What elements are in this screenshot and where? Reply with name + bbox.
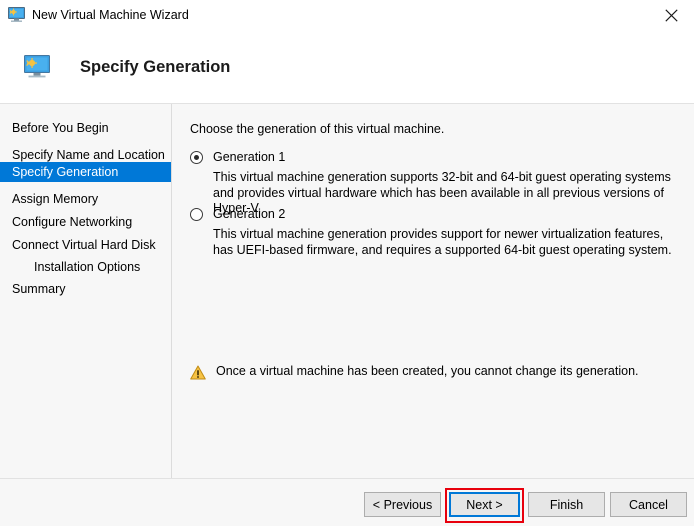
dialog-footer: < Previous Next > Finish Cancel xyxy=(0,479,694,526)
content-panel: Choose the generation of this virtual ma… xyxy=(172,104,694,478)
radio-label-generation-1: Generation 1 xyxy=(213,150,285,165)
sidebar-item-summary[interactable]: Summary xyxy=(0,279,171,298)
radio-button-icon[interactable] xyxy=(190,151,203,164)
radio-generation-1[interactable]: Generation 1 xyxy=(190,150,285,165)
sidebar-item-installation-options[interactable]: Installation Options xyxy=(0,257,171,276)
close-icon[interactable] xyxy=(648,0,694,31)
sidebar-item-specify-generation[interactable]: Specify Generation xyxy=(0,162,171,182)
sidebar-item-label: Before You Begin xyxy=(12,121,109,135)
sidebar-item-configure-networking[interactable]: Configure Networking xyxy=(0,212,171,231)
radio-description-generation-2: This virtual machine generation provides… xyxy=(213,227,681,258)
sidebar-item-label: Connect Virtual Hard Disk xyxy=(12,238,156,252)
page-header: Specify Generation xyxy=(0,31,694,103)
sidebar-item-label: Specify Generation xyxy=(12,165,118,179)
sidebar-item-label: Installation Options xyxy=(34,260,140,274)
sidebar-item-label: Assign Memory xyxy=(12,192,98,206)
cancel-button[interactable]: Cancel xyxy=(610,492,687,517)
warning-triangle-icon xyxy=(190,365,206,380)
radio-button-icon[interactable] xyxy=(190,208,203,221)
sidebar-item-assign-memory[interactable]: Assign Memory xyxy=(0,189,171,208)
warning-text: Once a virtual machine has been created,… xyxy=(216,364,639,379)
sidebar-item-label: Summary xyxy=(12,282,65,296)
next-button[interactable]: Next > xyxy=(449,492,520,517)
radio-generation-2[interactable]: Generation 2 xyxy=(190,207,285,222)
window-title: New Virtual Machine Wizard xyxy=(32,7,189,23)
dialog-body: Before You Begin Specify Name and Locati… xyxy=(0,104,694,478)
radio-label-generation-2: Generation 2 xyxy=(213,207,285,222)
page-title: Specify Generation xyxy=(80,55,230,79)
sidebar-item-label: Specify Name and Location xyxy=(12,148,165,162)
sidebar-item-before-you-begin[interactable]: Before You Begin xyxy=(0,118,171,137)
previous-button[interactable]: < Previous xyxy=(364,492,441,517)
wizard-step-list: Before You Begin Specify Name and Locati… xyxy=(0,104,171,478)
virtual-machine-monitor-icon xyxy=(8,7,25,23)
instruction-text: Choose the generation of this virtual ma… xyxy=(190,122,444,136)
title-bar: New Virtual Machine Wizard xyxy=(0,0,694,31)
sidebar-item-label: Configure Networking xyxy=(12,215,132,229)
sidebar-item-connect-virtual-hard-disk[interactable]: Connect Virtual Hard Disk xyxy=(0,235,171,254)
generation-warning: Once a virtual machine has been created,… xyxy=(190,364,639,380)
virtual-machine-monitor-icon xyxy=(24,55,50,79)
finish-button[interactable]: Finish xyxy=(528,492,605,517)
new-virtual-machine-wizard-window: New Virtual Machine Wizard xyxy=(0,0,694,526)
